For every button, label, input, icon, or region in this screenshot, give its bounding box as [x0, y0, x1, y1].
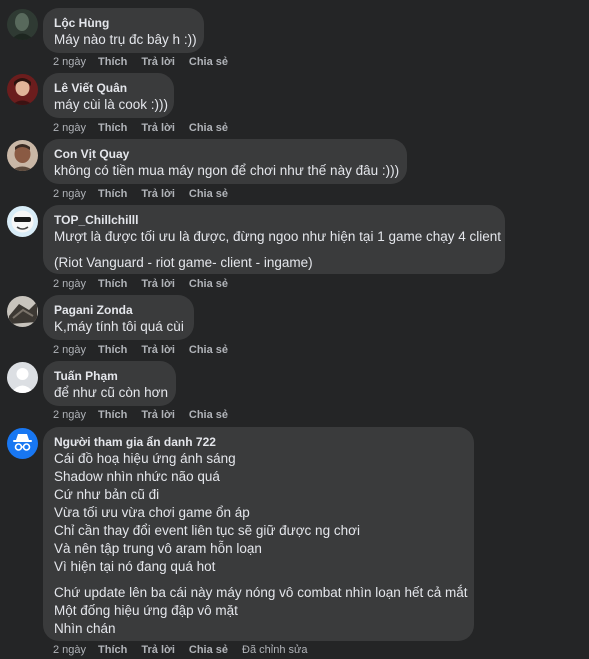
like-button[interactable]: Thích — [98, 278, 127, 290]
comment-bubble: Người tham gia ẩn danh 722 Cái đồ hoạ hi… — [43, 427, 474, 641]
comment-text: Vì hiện tại nó đang quá hot — [54, 559, 216, 574]
share-button[interactable]: Chia sẻ — [189, 56, 228, 68]
like-button[interactable]: Thích — [98, 644, 127, 656]
like-button[interactable]: Thích — [98, 344, 127, 356]
comment-bubble: Con Vịt Quay không có tiền mua máy ngon … — [43, 139, 407, 184]
comment-actions: 2 ngày Thích Trả lời Chia sẻ — [53, 121, 242, 135]
comment-actions: 2 ngày Thích Trả lời Chia sẻ — [53, 187, 242, 201]
comment-author[interactable]: Lộc Hùng — [54, 15, 193, 31]
avatar[interactable] — [7, 362, 38, 393]
comment-time[interactable]: 2 ngày — [53, 188, 86, 200]
comment-bubble: TOP_Chillchilll Mượt là được tối ưu là đ… — [43, 205, 505, 274]
avatar[interactable] — [7, 9, 38, 40]
like-button[interactable]: Thích — [98, 122, 127, 134]
comment-text: Cứ như bản cũ đi — [54, 487, 160, 502]
comment-bubble: Lộc Hùng Máy nào trụ đc bây h :)) — [43, 8, 204, 53]
comment-text: Một đống hiệu ứng đập vô mặt — [54, 603, 238, 618]
comment-text: (Riot Vanguard - riot game- client - ing… — [54, 255, 313, 270]
comment-bubble: Tuấn Phạm để như cũ còn hơn — [43, 361, 176, 406]
comment-author[interactable]: Pagani Zonda — [54, 302, 183, 318]
comment-time[interactable]: 2 ngày — [53, 278, 86, 290]
comment-author[interactable]: Tuấn Phạm — [54, 368, 165, 384]
edited-label[interactable]: Đã chỉnh sửa — [242, 644, 307, 656]
share-button[interactable]: Chia sẻ — [189, 344, 228, 356]
comment-actions: 2 ngày Thích Trả lời Chia sẻ — [53, 408, 242, 422]
comment-time[interactable]: 2 ngày — [53, 122, 86, 134]
comment-time[interactable]: 2 ngày — [53, 644, 86, 656]
reply-button[interactable]: Trả lời — [141, 278, 175, 290]
comment-bubble: Pagani Zonda K,máy tính tôi quá cùi — [43, 295, 194, 340]
comment-text: Và nên tập trung vô aram hỗn loạn — [54, 541, 262, 556]
comment-text: K,máy tính tôi quá cùi — [54, 319, 184, 334]
reply-button[interactable]: Trả lời — [141, 188, 175, 200]
comment-actions: 2 ngày Thích Trả lời Chia sẻ Đã chỉnh sửa — [53, 643, 321, 657]
share-button[interactable]: Chia sẻ — [189, 644, 228, 656]
share-button[interactable]: Chia sẻ — [189, 188, 228, 200]
comment-text: Mượt là được tối ưu là được, đừng ngoo n… — [54, 229, 502, 244]
reply-button[interactable]: Trả lời — [141, 56, 175, 68]
comment-text: để như cũ còn hơn — [54, 385, 168, 400]
like-button[interactable]: Thích — [98, 409, 127, 421]
like-button[interactable]: Thích — [98, 56, 127, 68]
comment-actions: 2 ngày Thích Trả lời Chia sẻ — [53, 55, 242, 69]
comment-text: Vừa tối ưu vừa chơi game ổn áp — [54, 505, 250, 520]
reply-button[interactable]: Trả lời — [141, 644, 175, 656]
reply-button[interactable]: Trả lời — [141, 344, 175, 356]
comment-author[interactable]: Lê Viết Quân — [54, 80, 163, 96]
comment-bubble: Lê Viết Quân máy cùi là cook :))) — [43, 73, 174, 118]
comment-author[interactable]: Con Vịt Quay — [54, 146, 396, 162]
comment-time[interactable]: 2 ngày — [53, 56, 86, 68]
comment-author[interactable]: Người tham gia ẩn danh 722 — [54, 434, 463, 450]
share-button[interactable]: Chia sẻ — [189, 278, 228, 290]
comment-text: Shadow nhìn nhức não quá — [54, 469, 220, 484]
comment-text: Nhìn chán — [54, 621, 116, 636]
comment-text: không có tiền mua máy ngon để chơi như t… — [54, 163, 400, 178]
comment-time[interactable]: 2 ngày — [53, 409, 86, 421]
comment-actions: 2 ngày Thích Trả lời Chia sẻ — [53, 277, 242, 291]
comment-text: Chỉ cần thay đổi event liên tục sẽ giữ đ… — [54, 523, 360, 538]
anonymous-avatar-icon[interactable] — [7, 428, 38, 459]
comment-author[interactable]: TOP_Chillchilll — [54, 212, 494, 228]
comment-actions: 2 ngày Thích Trả lời Chia sẻ — [53, 343, 242, 357]
avatar[interactable] — [7, 206, 38, 237]
reply-button[interactable]: Trả lời — [141, 122, 175, 134]
comment-text: máy cùi là cook :))) — [54, 97, 169, 112]
comment-text: Cái đồ hoạ hiệu ứng ánh sáng — [54, 451, 236, 466]
comment-text: Máy nào trụ đc bây h :)) — [54, 32, 197, 47]
avatar[interactable] — [7, 74, 38, 105]
like-button[interactable]: Thích — [98, 188, 127, 200]
share-button[interactable]: Chia sẻ — [189, 122, 228, 134]
avatar[interactable] — [7, 140, 38, 171]
comment-text: Chứ update lên ba cái này máy nóng vô co… — [54, 585, 468, 600]
comment-time[interactable]: 2 ngày — [53, 344, 86, 356]
share-button[interactable]: Chia sẻ — [189, 409, 228, 421]
avatar[interactable] — [7, 296, 38, 327]
reply-button[interactable]: Trả lời — [141, 409, 175, 421]
